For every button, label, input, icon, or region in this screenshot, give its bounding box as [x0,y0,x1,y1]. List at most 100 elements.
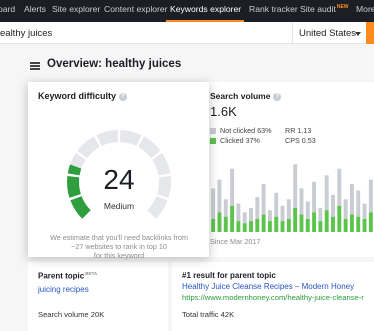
cps-stat: CPS 0.53 [285,136,316,145]
keyword-difficulty-title: Keyword difficulty? [38,91,128,101]
keyword-search-input[interactable]: ealthy juices [0,28,52,39]
hamburger-menu-icon[interactable] [30,62,40,70]
volume-bar-clicked [242,223,247,232]
volume-bar-clicked [305,218,310,232]
search-bar: ealthy juices United States [0,22,374,44]
difficulty-note-line: for this keyword [93,251,145,260]
volume-bar-clicked [255,218,260,232]
volume-bar-not-clicked [211,188,216,219]
difficulty-note-line: ~27 websites to rank in top 10 [71,242,167,251]
first-result-card: #1 result for parent topic Healthy Juice… [172,262,374,331]
clicked-swatch [210,137,216,144]
volume-bar-clicked [324,210,329,232]
difficulty-note-line: We estimate that you'll need backlinks f… [50,233,188,242]
volume-bar-clicked [318,221,323,232]
volume-bar-not-clicked [261,184,266,215]
not-clicked-label: Not clicked 63% [220,126,272,135]
volume-bar-clicked [356,216,361,232]
search-volume-value: 1.6K [210,104,237,119]
country-select[interactable]: United States [292,22,366,44]
volume-bar-not-clicked [362,203,367,219]
volume-bar-not-clicked [274,192,279,217]
volume-bar-clicked [249,221,253,232]
nav-item-site-audit[interactable]: Site auditNEW [300,4,349,14]
difficulty-level: Medium [103,201,135,211]
parent-topic-volume: Search volume 20K [38,310,105,319]
volume-bar-clicked [331,216,335,232]
volume-bar-clicked [299,214,304,232]
volume-bar-clicked [337,205,342,232]
nav-item-content-explorer[interactable]: Content explorer [104,4,168,14]
volume-bar-not-clicked [318,208,323,222]
beta-badge: BETA [85,271,98,276]
first-result-url[interactable]: https://www.modernhoney.com/healthy-juic… [182,293,364,302]
new-badge: NEW [336,4,349,11]
parent-topic-title-text: Parent topic [38,271,85,281]
nav-item-site-audit-label: Site audit [300,4,336,14]
volume-bar-clicked [368,212,373,232]
clicked-label: Clicked 37% [220,136,260,145]
volume-bar-not-clicked [312,181,317,213]
nav-item-keywords-explorer[interactable]: Keywords explorer [170,4,241,14]
not-clicked-swatch [210,127,216,134]
legend-clicked: Clicked 37% [210,136,260,145]
nav-item-alerts[interactable]: Alerts [24,4,46,14]
since-date-label: Since Mar 2017 [210,237,261,246]
volume-bar-clicked [286,218,291,232]
search-volume-title-text: Search volume [210,91,271,101]
volume-bar-not-clicked [305,201,310,219]
parent-topic-title: Parent topicBETA [38,271,97,281]
first-result-link[interactable]: Healthy Juice Cleanse Recipes – Modern H… [182,282,354,291]
volume-bar-clicked [293,208,298,232]
volume-bar-clicked [236,221,241,232]
nav-item-site-explorer[interactable]: Site explorer [52,4,100,14]
volume-bar-clicked [223,216,228,232]
volume-bar-not-clicked [249,208,253,222]
volume-bar-not-clicked [337,168,342,206]
top-navigation: oard Alerts Site explorer Content explor… [0,0,374,22]
volume-bar-not-clicked [293,164,298,208]
country-select-value: United States [299,28,357,39]
difficulty-score: 24 [103,164,135,195]
help-icon[interactable]: ? [119,93,128,101]
volume-bar-clicked [312,212,317,232]
volume-bar-not-clicked [324,175,329,211]
search-button[interactable] [366,22,374,44]
difficulty-note: We estimate that you'll need backlinks f… [36,233,202,260]
nav-item-dashboard[interactable]: oard [0,4,15,14]
search-volume-chart [211,164,373,232]
volume-bar-clicked [230,205,235,232]
volume-bar-clicked [211,218,216,232]
nav-item-rank-tracker[interactable]: Rank tracker [249,4,298,14]
keyword-difficulty-card: Keyword difficulty? 24 Medium We estimat… [28,82,209,260]
volume-bar-not-clicked [299,188,304,215]
first-result-traffic: Total traffic 42K [182,310,235,319]
volume-bar-not-clicked [286,199,291,219]
nav-item-more[interactable]: More [356,4,374,14]
volume-bar-not-clicked [255,197,260,219]
gauge-segment-empty [138,136,161,159]
volume-bar-clicked [261,214,266,232]
legend-not-clicked: Not clicked 63% [210,126,272,135]
volume-bar-not-clicked [368,179,373,213]
parent-topic-link[interactable]: juicing recipes [38,285,89,294]
volume-bar-clicked [362,218,367,232]
help-icon[interactable]: ? [273,93,282,101]
volume-bar-not-clicked [267,210,272,222]
volume-bar-not-clicked [331,194,335,217]
search-volume-title: Search volume? [210,91,282,101]
keyword-difficulty-title-text: Keyword difficulty [38,91,117,101]
volume-bar-not-clicked [343,199,348,219]
gauge-segment-empty [96,130,119,147]
rr-stat: RR 1.13 [285,126,312,135]
search-volume-card: Search volume? 1.6K Not clicked 63% Clic… [200,82,374,257]
volume-bar-clicked [274,216,279,232]
volume-bar-clicked [349,214,354,232]
page-title: Overview: healthy juices [47,58,182,70]
volume-bar-not-clicked [242,212,247,224]
volume-bar-not-clicked [223,199,228,217]
volume-bar-not-clicked [236,203,241,222]
volume-bar-not-clicked [349,184,354,215]
volume-bar-not-clicked [217,179,222,213]
volume-bar-clicked [280,221,285,232]
